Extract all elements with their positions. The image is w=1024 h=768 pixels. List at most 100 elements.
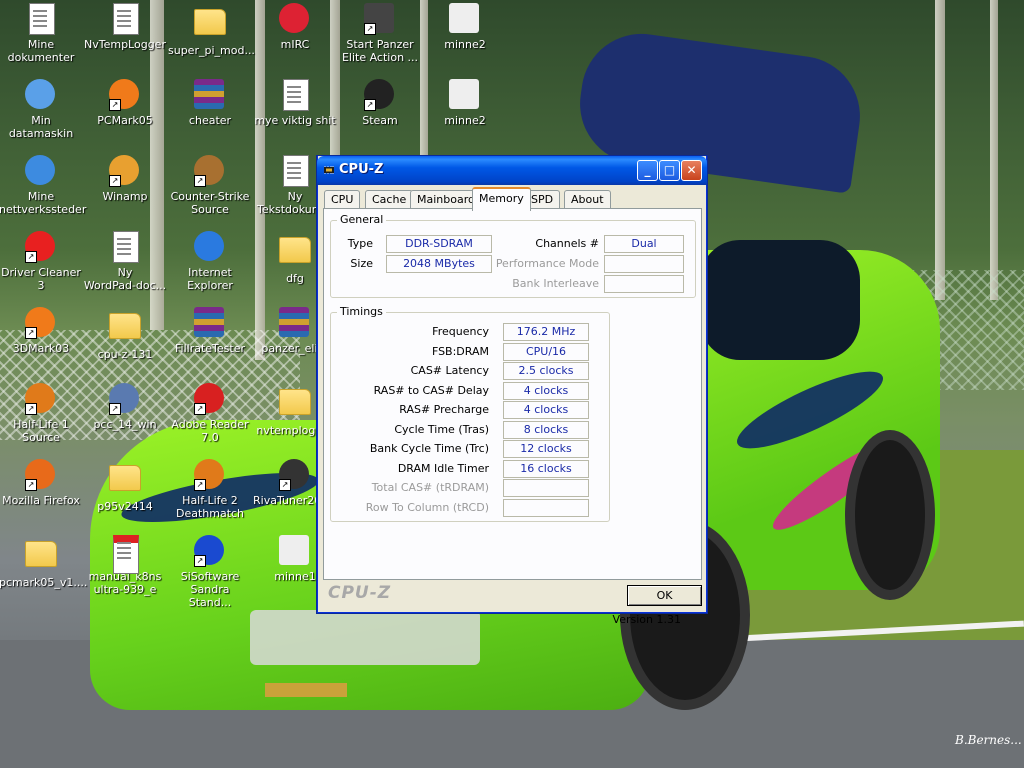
desktop-icon[interactable]: ↗ Counter-Strike Source xyxy=(168,155,252,216)
general-group-title: General xyxy=(337,213,387,226)
timing-label: DRAM Idle Timer xyxy=(397,461,489,475)
image-file-icon xyxy=(449,79,481,111)
desktop-icon[interactable]: ↗ Half-Life 1 Source xyxy=(0,383,83,444)
desktop-icon[interactable]: Ny WordPad-doc... xyxy=(83,231,167,292)
image-file-icon-shape xyxy=(449,79,479,109)
desktop-icon-label: pcmark05_v1.... xyxy=(0,576,88,589)
steam-icon: ↗ xyxy=(364,79,396,111)
shortcut-arrow-icon: ↗ xyxy=(25,251,37,263)
timing-value: 12 clocks xyxy=(503,440,589,458)
close-button[interactable]: ✕ xyxy=(681,160,702,181)
desktop-icon[interactable]: ↗ Driver Cleaner 3 xyxy=(0,231,83,292)
folder-icon-shape xyxy=(25,541,57,567)
shortcut-arrow-icon: ↗ xyxy=(109,403,121,415)
desktop-icon-label: NvTempLogger xyxy=(84,38,166,51)
timing-value: CPU/16 xyxy=(503,342,589,361)
desktop-icon-label: 3DMark03 xyxy=(12,342,70,355)
folder-icon xyxy=(194,9,226,41)
desktop-icon[interactable]: FillrateTester xyxy=(168,307,252,355)
desktop-icon-label: minne2 xyxy=(444,38,486,51)
performance-mode-label: Performance Mode xyxy=(495,257,599,270)
cpuz-brand-logo: CPU-Z xyxy=(328,583,392,603)
timing-value: 4 clocks xyxy=(503,381,589,400)
desktop-icon-label: Ny WordPad-doc... xyxy=(83,266,167,292)
pdf-icon xyxy=(109,535,141,574)
desktop-icon[interactable]: ↗ Mozilla Firefox xyxy=(0,459,83,507)
desktop-icon-label: Mozilla Firefox xyxy=(2,494,80,507)
shortcut-arrow-icon: ↗ xyxy=(109,175,121,187)
desktop-icon[interactable]: ↗ SiSoftware Sandra Stand... xyxy=(168,535,252,609)
desktop-icon[interactable]: pcmark05_v1.... xyxy=(0,535,88,589)
shortcut-arrow-icon: ↗ xyxy=(194,555,206,567)
paint-image-icon xyxy=(449,3,481,35)
wordpad-document-icon xyxy=(109,231,141,263)
desktop-icon[interactable]: Mine dokumenter xyxy=(0,3,83,64)
ok-button[interactable]: OK xyxy=(627,585,702,606)
shortcut-arrow-icon: ↗ xyxy=(25,403,37,415)
tab-cpu[interactable]: CPU xyxy=(324,190,361,209)
driver-cleaner-icon: ↗ xyxy=(25,231,57,263)
desktop-icon-label: Internet Explorer xyxy=(187,266,233,292)
desktop-icon[interactable]: minne2 xyxy=(423,3,507,51)
maximize-button[interactable]: □ xyxy=(659,160,680,181)
cpuz-window[interactable]: CPU-Z _ □ ✕ CPU Cache Mainboard Memory S… xyxy=(317,156,707,626)
desktop-icon[interactable]: ↗ Half-Life 2 Deathmatch xyxy=(168,459,252,520)
3dmark-icon: ↗ xyxy=(25,307,57,339)
desktop-icon[interactable]: Min datamaskin xyxy=(0,79,83,140)
shortcut-arrow-icon: ↗ xyxy=(279,479,291,491)
half-life-icon: ↗ xyxy=(25,383,57,415)
sandra-icon: ↗ xyxy=(194,535,226,567)
desktop-icon[interactable]: ↗ Winamp xyxy=(83,155,167,203)
text-document-icon xyxy=(109,3,141,35)
desktop-icon[interactable]: mIRC xyxy=(253,3,337,51)
desktop-icon[interactable]: NvTempLogger xyxy=(83,3,167,51)
desktop-icon[interactable]: ↗ PCMark05 xyxy=(83,79,167,127)
tab-cache[interactable]: Cache xyxy=(365,190,414,209)
cpu-chip-icon xyxy=(324,166,334,174)
desktop-icon[interactable]: Mine nettverkssteder xyxy=(0,155,86,216)
desktop-icon[interactable]: cpu-z-131 xyxy=(83,307,167,361)
tree-trunk xyxy=(990,0,998,300)
desktop-icon[interactable]: manual_k8ns ultra-939_e xyxy=(83,535,167,596)
paint-image-icon-shape xyxy=(449,3,479,33)
tab-about[interactable]: About xyxy=(564,190,611,209)
desktop-icon[interactable]: ↗ Steam xyxy=(338,79,422,127)
wordpad-document-icon-shape xyxy=(113,231,139,263)
tab-memory[interactable]: Memory xyxy=(472,187,531,211)
my-documents-icon xyxy=(25,3,57,35)
folder-icon xyxy=(279,237,311,269)
general-group: General Type DDR-SDRAM Size 2048 MBytes … xyxy=(330,213,696,298)
desktop-icon[interactable]: ↗ Start Panzer Elite Action ... xyxy=(338,3,422,64)
type-label: Type xyxy=(347,237,373,250)
text-document-icon-shape xyxy=(113,3,139,35)
size-label: Size xyxy=(350,257,373,270)
title-bar[interactable]: CPU-Z _ □ ✕ xyxy=(317,156,707,185)
shortcut-arrow-icon: ↗ xyxy=(194,479,206,491)
window-title: CPU-Z xyxy=(339,162,384,177)
folder-icon xyxy=(25,541,57,573)
desktop-icon[interactable]: ↗ 3DMark03 xyxy=(0,307,83,355)
desktop-icon[interactable]: Internet Explorer xyxy=(168,231,252,292)
car-grille xyxy=(250,610,480,665)
desktop-icon-label: Half-Life 1 Source xyxy=(13,418,69,444)
shortcut-icon: ↗ xyxy=(364,3,396,35)
desktop-icon[interactable]: ↗ pcc_14_win xyxy=(83,383,167,431)
desktop-icon[interactable]: minne2 xyxy=(423,79,507,127)
timing-label: Bank Cycle Time (Trc) xyxy=(369,442,489,455)
desktop-icon[interactable]: ↗ Adobe Reader 7.0 xyxy=(168,383,252,444)
shortcut-arrow-icon: ↗ xyxy=(194,403,206,415)
desktop-icon-label: Adobe Reader 7.0 xyxy=(171,418,249,444)
desktop-icon[interactable]: mye viktig shit xyxy=(253,79,337,127)
desktop-icon[interactable]: p95v2414 xyxy=(83,459,167,513)
desktop-icon[interactable]: cheater xyxy=(168,79,252,127)
folder-icon-shape xyxy=(279,237,311,263)
winrar-archive-icon-shape xyxy=(194,307,224,337)
paint-image-icon-shape xyxy=(279,535,309,565)
channels-value: Dual xyxy=(604,235,684,253)
desktop-icon[interactable]: super_pi_mod... xyxy=(168,3,255,57)
car-roof xyxy=(700,240,860,360)
shortcut-arrow-icon: ↗ xyxy=(364,99,376,111)
minimize-button[interactable]: _ xyxy=(637,160,658,181)
text-document-icon xyxy=(279,155,311,187)
pcmark-icon: ↗ xyxy=(109,79,141,111)
